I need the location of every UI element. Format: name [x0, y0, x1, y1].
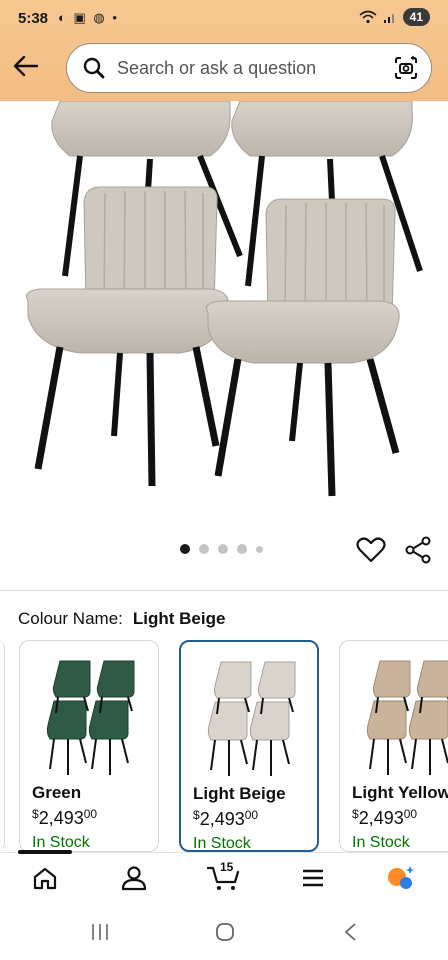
variant-thumbnail: [207, 661, 296, 776]
variant-card-partial[interactable]: [0, 640, 5, 852]
bottom-nav: 15: [0, 850, 448, 903]
pager-dot-3[interactable]: [218, 544, 228, 554]
pager-dot-4[interactable]: [237, 544, 247, 554]
recent-apps-icon: [92, 924, 108, 940]
status-right: 41: [359, 8, 430, 26]
search-icon: [83, 57, 105, 79]
nav-home[interactable]: [30, 863, 60, 893]
chevron-left-icon: [344, 923, 356, 941]
price-whole: 2,493: [38, 808, 84, 828]
variant-stock: In Stock: [352, 834, 410, 851]
colour-variants: Green $2,49300 In Stock Light Beige $2,4…: [0, 640, 448, 852]
variant-card-light-yellow[interactable]: Light Yellow $2,49300 In Stock: [339, 640, 448, 852]
price-whole: 2,493: [358, 808, 404, 828]
colour-selection: Colour Name: Light Beige: [18, 609, 225, 629]
variant-name: Green: [32, 783, 82, 802]
assistant-icon: [388, 866, 414, 889]
variant-price: $2,49300: [352, 807, 417, 829]
variant-name: Light Beige: [193, 784, 286, 803]
menu-icon: [303, 869, 323, 887]
share-icon[interactable]: [404, 536, 432, 564]
image-pager[interactable]: [180, 544, 263, 554]
search-input[interactable]: Search or ask a question: [117, 58, 393, 79]
variant-thumbnail: [46, 660, 135, 775]
status-bar: 5:38 ◐ ▣ ◍ • 41: [0, 0, 448, 38]
chairs-illustration: [26, 100, 423, 497]
product-image[interactable]: [0, 100, 448, 531]
price-fraction: 00: [403, 807, 418, 821]
wishlist-heart-icon[interactable]: [356, 536, 386, 564]
home-icon: [33, 867, 57, 890]
chair-front-left: [26, 186, 230, 487]
back-arrow-icon: [13, 55, 39, 77]
status-time: 5:38: [18, 10, 49, 27]
recent-apps-button[interactable]: [88, 920, 112, 944]
pager-dot-2[interactable]: [199, 544, 209, 554]
colour-label: Colour Name:: [18, 609, 123, 628]
account-icon: [121, 866, 147, 891]
variant-price: $2,49300: [32, 807, 97, 829]
section-divider: [0, 590, 448, 591]
variant-card-light-beige[interactable]: Light Beige $2,49300 In Stock: [179, 640, 319, 852]
price-whole: 2,493: [199, 809, 245, 829]
price-fraction: 00: [83, 807, 98, 821]
notification-icons: ◐ ▣ ◍ •: [58, 10, 119, 25]
nav-account[interactable]: [119, 863, 149, 893]
price-fraction: 00: [244, 808, 259, 822]
pager-dot-5[interactable]: [256, 545, 263, 553]
battery-icon: 41: [402, 8, 430, 26]
camera-search-icon[interactable]: [393, 55, 419, 81]
colour-value: Light Beige: [132, 609, 226, 628]
system-nav-bar: [0, 902, 448, 960]
variant-stock: In Stock: [193, 835, 251, 852]
variant-card-green[interactable]: Green $2,49300 In Stock: [19, 640, 159, 852]
price-currency: $: [352, 807, 359, 821]
active-tab-indicator: [18, 850, 72, 854]
variant-thumbnail: [366, 660, 448, 775]
variant-price: $2,49300: [193, 808, 258, 830]
nav-assistant[interactable]: [386, 863, 416, 893]
price-currency: $: [193, 808, 200, 822]
search-bar[interactable]: Search or ask a question: [66, 43, 432, 93]
home-circle-icon: [216, 923, 234, 941]
cart-count: 15: [220, 860, 234, 874]
signal-icon: [383, 14, 394, 23]
system-back-button[interactable]: [338, 920, 362, 944]
wifi-icon: [359, 10, 377, 24]
variant-name: Light Yellow: [352, 783, 448, 802]
nav-menu[interactable]: [298, 863, 328, 893]
price-currency: $: [32, 807, 39, 821]
back-button[interactable]: [12, 52, 40, 80]
home-button[interactable]: [213, 920, 237, 944]
pager-dot-1[interactable]: [180, 544, 190, 554]
nav-cart[interactable]: 15: [206, 860, 242, 893]
